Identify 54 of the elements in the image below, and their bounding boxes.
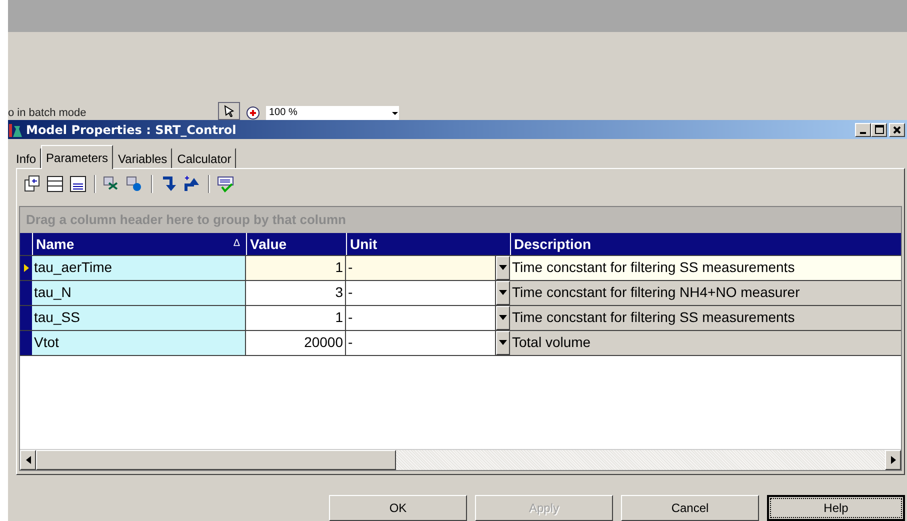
dropdown-button[interactable]: [496, 256, 510, 280]
dropdown-button[interactable]: [496, 330, 510, 355]
table-cell: 20000: [246, 330, 346, 355]
dropdown-button[interactable]: [496, 306, 510, 330]
status-text: o in batch mode: [8, 106, 88, 120]
table-cell: Time concstant for filtering SS measurements: [510, 256, 901, 280]
dialog-button[interactable]: Help: [767, 495, 905, 521]
close-icon[interactable]: [889, 122, 905, 137]
table-cell: tau_SS: [32, 306, 246, 330]
window-title: Model Properties : SRT_Control: [26, 122, 236, 137]
table-insert-icon[interactable]: [23, 174, 41, 193]
table-cell: 1: [246, 256, 346, 280]
pointer-icon[interactable]: [218, 102, 240, 120]
column-label: Unit: [350, 234, 378, 254]
column-header[interactable]: Unit: [346, 232, 510, 255]
tab[interactable]: Parameters: [41, 144, 114, 169]
sort-indicator: Δ: [233, 236, 240, 251]
table-cell: Vtot: [32, 330, 246, 355]
row-selector[interactable]: [20, 256, 32, 280]
maximize-icon[interactable]: [871, 122, 887, 137]
column-header[interactable]: Value: [246, 232, 346, 255]
column-label: Name: [36, 234, 74, 254]
table-cell: tau_aerTime: [32, 256, 246, 280]
rows-icon[interactable]: [46, 174, 64, 193]
caret-icon: [499, 290, 507, 296]
dropdown-button[interactable]: [496, 280, 510, 305]
scroll-right-icon[interactable]: [890, 456, 896, 464]
dialog-button[interactable]: Cancel: [621, 495, 759, 521]
minimize-icon[interactable]: [855, 122, 871, 137]
scroll-left-icon[interactable]: [26, 456, 30, 464]
caret-icon: [499, 315, 507, 320]
zoom-in-icon[interactable]: [246, 106, 260, 120]
column-label: Description: [514, 234, 592, 254]
table-cell: tau_N: [32, 280, 246, 305]
arrow-down-icon[interactable]: [160, 174, 178, 193]
arrow-up-icon[interactable]: [183, 174, 201, 193]
table-cell: Time concstant for filtering SS measurements: [510, 306, 901, 330]
checklist-icon[interactable]: [217, 174, 235, 193]
current-row-icon: [24, 264, 28, 272]
horizontal-scrollbar[interactable]: [20, 449, 901, 470]
table-cell: -: [346, 256, 496, 280]
table-cell: 1: [246, 306, 346, 330]
dialog-button[interactable]: OK: [329, 495, 467, 521]
app-icon: [8, 122, 24, 138]
table-cell: 3: [246, 280, 346, 305]
caret-icon: [499, 265, 507, 270]
column-label: Value: [250, 234, 287, 254]
table-cell: Total volume: [510, 330, 901, 355]
zoom-dropdown[interactable]: 100 %: [266, 106, 399, 120]
column-header[interactable]: Name Δ: [32, 232, 246, 255]
lines-icon[interactable]: [69, 174, 87, 193]
column-header[interactable]: Description: [510, 232, 901, 255]
caret-icon: [499, 340, 507, 346]
table-cell: Time concstant for filtering NH4+NO measurer: [510, 280, 901, 305]
